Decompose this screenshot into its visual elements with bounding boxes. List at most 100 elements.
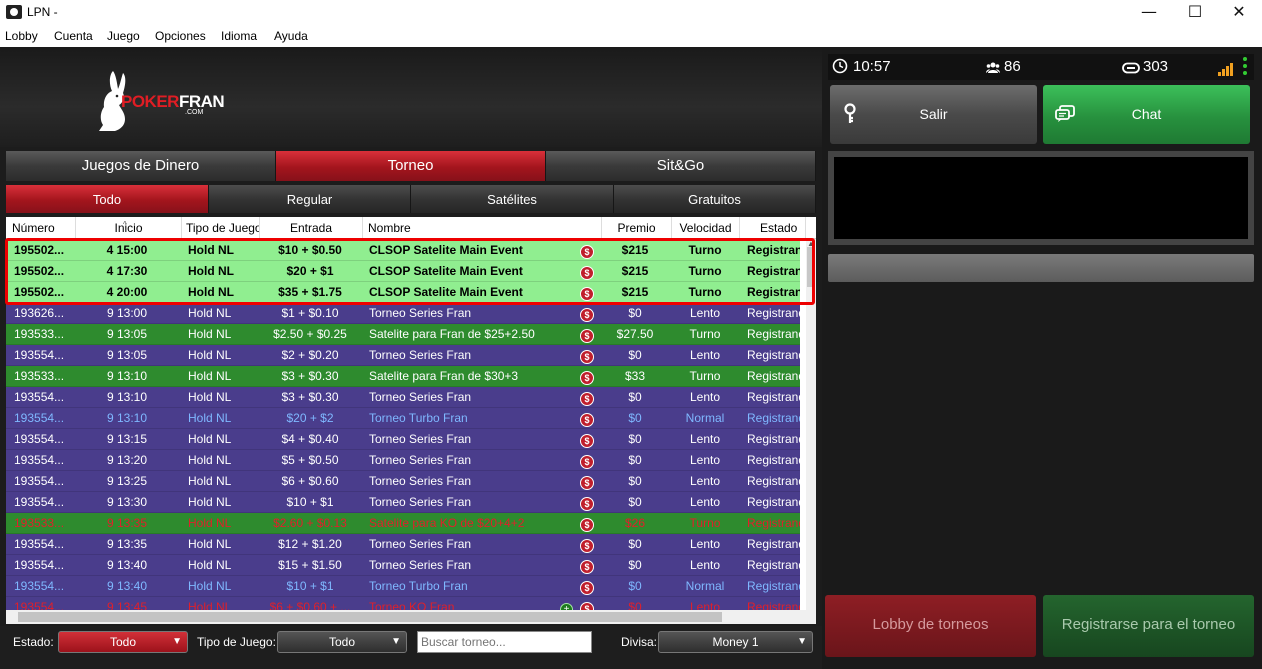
cell-speed: Turno xyxy=(688,243,722,257)
cell-prize: $0 xyxy=(628,432,642,446)
col-inicio[interactable]: ^ Inicio xyxy=(76,217,182,239)
menu-ayuda[interactable]: Ayuda xyxy=(274,29,308,43)
menu-juego[interactable]: Juego xyxy=(107,29,140,43)
chevron-down-icon: ▼ xyxy=(391,636,401,647)
cell-entry: $10 + $1 xyxy=(286,495,334,509)
col-premio[interactable]: Premio xyxy=(602,217,672,239)
cell-name: Torneo Series Fran xyxy=(369,390,472,404)
table-row[interactable]: 193554... 9 13:35 Hold NL $12 + $1.20 Torneo… xyxy=(6,534,800,555)
cell-state: Registrando xyxy=(747,495,800,509)
table-row[interactable]: 193554... 9 13:40 Hold NL $15 + $1.50 Torneo… xyxy=(6,555,800,576)
col-numero[interactable]: Número xyxy=(6,217,76,239)
cell-state: Registrando xyxy=(747,474,800,488)
table-row[interactable]: 193626... 9 13:00 Hold NL $1 + $0.10 Torneo … xyxy=(6,303,800,324)
cell-start: 4 17:30 xyxy=(106,264,148,278)
table-row[interactable]: 193554... 9 13:10 Hold NL $20 + $2 Torneo Tu… xyxy=(6,408,800,429)
table-row[interactable]: 195502... 4 17:30 Hold NL $20 + $1 CLSOP Sat… xyxy=(6,261,800,282)
dollar-icon: $ xyxy=(580,366,596,387)
cell-state: Registrando xyxy=(747,369,800,383)
cell-name: Satelite para Fran de $30+3 xyxy=(369,369,519,383)
menu-idioma[interactable]: Idioma xyxy=(221,29,257,43)
exit-button[interactable]: Salir xyxy=(830,85,1037,144)
table-row[interactable]: 193554... 9 13:45 Hold NL $6 + $0.60 + ... T… xyxy=(6,597,800,610)
cell-start: 9 13:40 xyxy=(106,579,148,593)
scroll-thumb[interactable] xyxy=(807,247,815,287)
cell-prize: $215 xyxy=(621,264,649,278)
menu-opciones[interactable]: Opciones xyxy=(155,29,206,43)
subtab-todo[interactable]: Todo xyxy=(6,185,209,213)
cell-entry: $2.50 + $0.25 xyxy=(273,327,347,341)
cell-state: Registrando xyxy=(747,285,800,299)
cell-name: CLSOP Satelite Main Event xyxy=(369,285,523,299)
menu-lobby[interactable]: Lobby xyxy=(5,29,38,43)
vertical-scrollbar[interactable]: ▲ ▼ xyxy=(806,239,816,610)
col-tipo[interactable]: Tipo de Juego xyxy=(182,217,260,239)
cell-type: Hold NL xyxy=(188,516,232,530)
dollar-icon: $ xyxy=(580,576,596,597)
col-inicio-label: Inicio xyxy=(114,221,143,235)
col-entrada[interactable]: Entrada xyxy=(260,217,363,239)
estado-select[interactable]: Todo ▼ xyxy=(58,631,188,653)
sort-asc-icon: ^ xyxy=(123,220,127,229)
dollar-icon: $ xyxy=(580,240,596,261)
chat-area[interactable] xyxy=(834,157,1248,239)
close-button[interactable]: ✕ xyxy=(1216,0,1262,26)
minimize-button[interactable]: — xyxy=(1126,0,1172,26)
col-nombre[interactable]: Nombre xyxy=(363,217,602,239)
table-row[interactable]: 193533... 9 13:10 Hold NL $3 + $0.30 Satelit… xyxy=(6,366,800,387)
cell-num: 193554... xyxy=(14,495,65,509)
tipo-select[interactable]: Todo ▼ xyxy=(277,631,407,653)
chat-icon xyxy=(1055,105,1075,122)
table-row[interactable]: 195502... 4 15:00 Hold NL $10 + $0.50 CLSOP … xyxy=(6,240,800,261)
divisa-select[interactable]: Money 1 ▼ xyxy=(658,631,813,653)
table-row[interactable]: 193554... 9 13:30 Hold NL $10 + $1 Torneo Se… xyxy=(6,492,800,513)
cell-start: 9 13:30 xyxy=(106,495,148,509)
cell-name: Torneo Series Fran xyxy=(369,306,472,320)
table-row[interactable]: 193554... 9 13:25 Hold NL $6 + $0.60 Torneo … xyxy=(6,471,800,492)
table-row[interactable]: 193554... 9 13:40 Hold NL $10 + $1 Torneo Tu… xyxy=(6,576,800,597)
table-row[interactable]: 193554... 9 13:05 Hold NL $2 + $0.20 Torneo … xyxy=(6,345,800,366)
clock-icon xyxy=(832,58,848,78)
cell-num: 193533... xyxy=(14,327,65,341)
cell-speed: Turno xyxy=(689,327,721,341)
cell-name: Torneo KO Fran xyxy=(369,600,455,610)
app-icon xyxy=(6,5,22,19)
table-row[interactable]: 193554... 9 13:15 Hold NL $4 + $0.40 Torneo … xyxy=(6,429,800,450)
subtab-gratuitos[interactable]: Gratuitos xyxy=(614,185,816,213)
cell-entry: $6 + $0.60 xyxy=(281,474,339,488)
register-button[interactable]: Registrarse para el torneo xyxy=(1043,595,1254,657)
col-estado[interactable]: Estado xyxy=(740,217,806,239)
cell-prize: $0 xyxy=(628,306,642,320)
cell-prize: $0 xyxy=(628,600,642,610)
hscroll-thumb[interactable] xyxy=(18,612,722,622)
table-row[interactable]: 193533... 9 13:35 Hold NL $2.60 + $0.13 Sate… xyxy=(6,513,800,534)
dollar-icon: $ xyxy=(580,471,596,492)
right-panel: 10:57 86 303 Salir Chat Lobby de torneos… xyxy=(822,47,1262,669)
tab-juegos-de-dinero[interactable]: Juegos de Dinero xyxy=(6,151,276,181)
players-count: 86 xyxy=(1004,58,1021,75)
horizontal-scrollbar[interactable] xyxy=(6,610,816,624)
cell-num: 193554... xyxy=(14,600,65,610)
col-velocidad[interactable]: Velocidad xyxy=(672,217,740,239)
chat-button[interactable]: Chat xyxy=(1043,85,1250,144)
cell-start: 9 13:20 xyxy=(106,453,148,467)
cell-type: Hold NL xyxy=(188,474,232,488)
subtab-satelites[interactable]: Satélites xyxy=(411,185,614,213)
lobby-torneos-button[interactable]: Lobby de torneos xyxy=(825,595,1036,657)
menu-cuenta[interactable]: Cuenta xyxy=(54,29,93,43)
dollar-icon: $ xyxy=(580,450,596,471)
table-row[interactable]: 193554... 9 13:20 Hold NL $5 + $0.50 Torneo … xyxy=(6,450,800,471)
cell-type: Hold NL xyxy=(188,306,232,320)
logo-poker: POKER xyxy=(121,92,179,111)
subtab-regular[interactable]: Regular xyxy=(209,185,411,213)
table-row[interactable]: 195502... 4 20:00 Hold NL $35 + $1.75 CLSOP … xyxy=(6,282,800,303)
search-input[interactable] xyxy=(417,631,592,653)
table-row[interactable]: 193554... 9 13:10 Hold NL $3 + $0.30 Torneo … xyxy=(6,387,800,408)
cell-prize: $0 xyxy=(628,411,642,425)
cell-prize: $0 xyxy=(628,348,642,362)
table-row[interactable]: 193533... 9 13:05 Hold NL $2.50 + $0.25 Sate… xyxy=(6,324,800,345)
dollar-icon: $ xyxy=(580,513,596,534)
tab-torneo[interactable]: Torneo xyxy=(276,151,546,181)
maximize-button[interactable]: ☐ xyxy=(1172,0,1218,26)
tab-sitgo[interactable]: Sit&Go xyxy=(546,151,816,181)
